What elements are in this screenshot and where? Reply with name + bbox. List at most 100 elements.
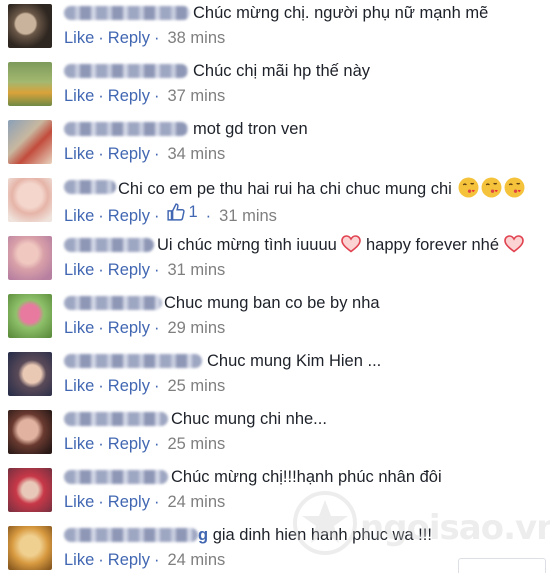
- comment: mot gd tron ven Like · Reply · 34 mins: [0, 116, 550, 174]
- comment: Chúc chị mãi hp thế này Like · Reply · 37 mi…: [0, 58, 550, 116]
- like-button[interactable]: Like: [64, 87, 94, 105]
- like-button[interactable]: Like: [64, 551, 94, 569]
- author-name-blurred[interactable]: [64, 528, 198, 542]
- author-name-blurred[interactable]: [64, 238, 154, 252]
- separator: ·: [153, 377, 160, 395]
- comment-thread: Chúc mừng chị. người phụ nữ mạnh mẽ Like…: [0, 0, 550, 573]
- like-button[interactable]: Like: [64, 377, 94, 395]
- separator: ·: [98, 261, 104, 279]
- separator: ·: [98, 207, 104, 225]
- comment-actions: Like · Reply · 37 mins: [64, 86, 225, 106]
- reply-button[interactable]: Reply: [108, 87, 150, 105]
- avatar[interactable]: [8, 468, 52, 512]
- timestamp[interactable]: 25 mins: [163, 377, 225, 395]
- author-name-blurred[interactable]: [64, 180, 116, 194]
- like-count[interactable]: 1: [163, 202, 201, 222]
- author-name-blurred[interactable]: [64, 296, 162, 310]
- comment-actions: Like · Reply · 1 · 31 mins: [64, 202, 277, 226]
- reply-button[interactable]: Reply: [108, 493, 150, 511]
- comment-text-part: happy forever nhé: [366, 236, 500, 254]
- comment-actions: Like · Reply · 29 mins: [64, 318, 225, 338]
- comment: Chuc mung Kim Hien ... Like · Reply · 25 min…: [0, 348, 550, 406]
- separator: ·: [98, 319, 104, 337]
- reply-button[interactable]: Reply: [108, 29, 150, 47]
- reply-button[interactable]: Reply: [108, 435, 150, 453]
- author-name-blurred[interactable]: [64, 412, 168, 426]
- author-name-blurred[interactable]: [64, 470, 168, 484]
- separator: ·: [98, 551, 104, 569]
- timestamp[interactable]: 25 mins: [163, 435, 225, 453]
- comment-actions: Like · Reply · 31 mins: [64, 260, 225, 280]
- author-name-blurred[interactable]: [64, 64, 188, 78]
- avatar[interactable]: [8, 352, 52, 396]
- like-button[interactable]: Like: [64, 435, 94, 453]
- separator: ·: [153, 435, 160, 453]
- kiss-emoji-icon: [481, 177, 502, 198]
- reply-button[interactable]: Reply: [108, 377, 150, 395]
- avatar[interactable]: [8, 526, 52, 570]
- separator: ·: [153, 207, 160, 225]
- separator: ·: [153, 145, 160, 163]
- reply-button[interactable]: Reply: [108, 261, 150, 279]
- timestamp[interactable]: 31 mins: [215, 207, 277, 225]
- reply-input-edge[interactable]: [458, 558, 546, 573]
- author-name-blurred[interactable]: [64, 354, 202, 368]
- avatar[interactable]: [8, 410, 52, 454]
- like-count-value: 1: [188, 203, 198, 221]
- timestamp[interactable]: 24 mins: [163, 493, 225, 511]
- comment-text-part: gia dinh hien hanh phuc wa !!!: [212, 526, 432, 544]
- timestamp[interactable]: 31 mins: [163, 261, 225, 279]
- author-name-blurred[interactable]: [64, 122, 188, 136]
- like-button[interactable]: Like: [64, 319, 94, 337]
- like-button[interactable]: Like: [64, 145, 94, 163]
- separator: ·: [98, 145, 104, 163]
- like-button[interactable]: Like: [64, 29, 94, 47]
- comment: Chúc mừng chị!!!hạnh phúc nhân đôi Like ·…: [0, 464, 550, 522]
- comment: Chúc mừng chị. người phụ nữ mạnh mẽ Like…: [0, 0, 550, 58]
- comment-actions: Like · Reply · 24 mins: [64, 550, 225, 570]
- reply-button[interactable]: Reply: [108, 207, 150, 225]
- separator: ·: [98, 377, 104, 395]
- timestamp[interactable]: 29 mins: [163, 319, 225, 337]
- heart-emoji-icon: [341, 235, 362, 253]
- heart-emoji-icon: [503, 235, 524, 253]
- kiss-emoji-icon: [458, 177, 479, 198]
- separator: ·: [98, 435, 104, 453]
- avatar[interactable]: [8, 62, 52, 106]
- reply-button[interactable]: Reply: [108, 319, 150, 337]
- comment-text: Chuc mung Kim Hien ...: [207, 352, 382, 370]
- separator: ·: [205, 207, 212, 225]
- comment-actions: Like · Reply · 38 mins: [64, 28, 225, 48]
- separator: ·: [153, 551, 160, 569]
- avatar[interactable]: [8, 236, 52, 280]
- author-name-blurred[interactable]: [64, 6, 190, 20]
- separator: ·: [98, 493, 104, 511]
- avatar[interactable]: [8, 178, 52, 222]
- reply-button[interactable]: Reply: [108, 551, 150, 569]
- like-button[interactable]: Like: [64, 261, 94, 279]
- comment-text: mot gd tron ven: [193, 120, 308, 138]
- author-name-end[interactable]: g: [198, 526, 208, 544]
- timestamp[interactable]: 37 mins: [163, 87, 225, 105]
- avatar[interactable]: [8, 294, 52, 338]
- comment-text: Chúc chị mãi hp thế này: [193, 62, 371, 80]
- separator: ·: [98, 87, 104, 105]
- comment-text-part: Ui chúc mừng tình iuuuu: [157, 236, 337, 254]
- comment: Ui chúc mừng tình iuuuu happy forever nh…: [0, 232, 550, 290]
- comment-actions: Like · Reply · 34 mins: [64, 144, 225, 164]
- timestamp[interactable]: 24 mins: [163, 551, 225, 569]
- like-button[interactable]: Like: [64, 207, 94, 225]
- comment-actions: Like · Reply · 25 mins: [64, 376, 225, 396]
- avatar[interactable]: [8, 120, 52, 164]
- kiss-emoji-icon: [504, 177, 525, 198]
- avatar[interactable]: [8, 4, 52, 48]
- like-button[interactable]: Like: [64, 493, 94, 511]
- timestamp[interactable]: 38 mins: [163, 29, 225, 47]
- comment-text: Chuc mung ban co be by nha: [164, 294, 380, 312]
- timestamp[interactable]: 34 mins: [163, 145, 225, 163]
- separator: ·: [153, 87, 160, 105]
- reply-button[interactable]: Reply: [108, 145, 150, 163]
- comment-text: Chúc mừng chị. người phụ nữ mạnh mẽ: [193, 4, 489, 22]
- comment-actions: Like · Reply · 24 mins: [64, 492, 225, 512]
- comment-actions: Like · Reply · 25 mins: [64, 434, 225, 454]
